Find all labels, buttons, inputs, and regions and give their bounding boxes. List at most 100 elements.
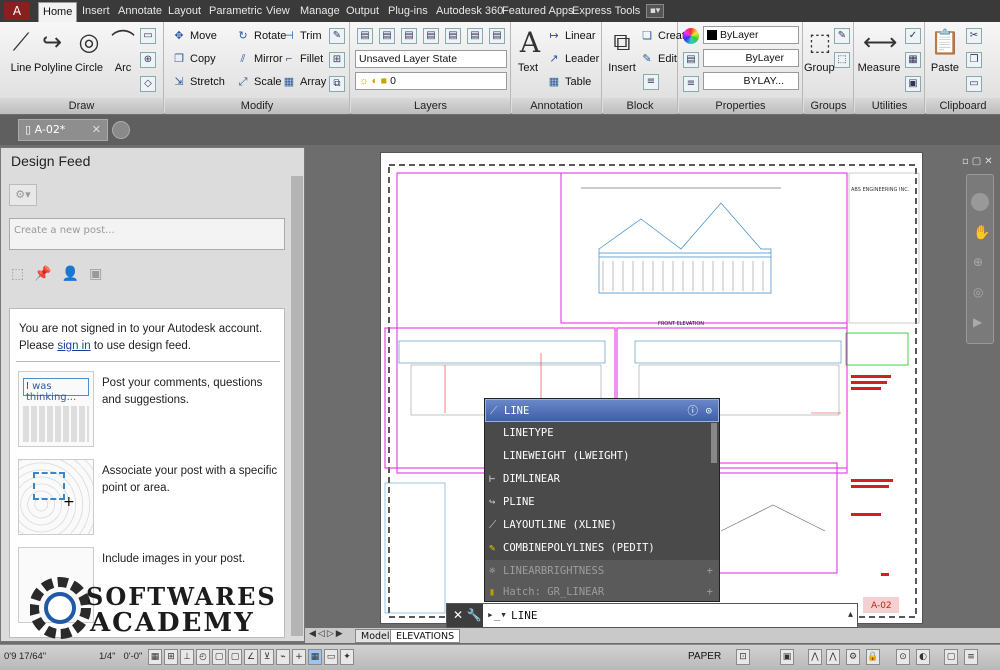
search-icon[interactable]: ⊙ [706,400,712,423]
lineweight-icon[interactable]: + [292,649,306,665]
array-button[interactable]: ▦ Array [281,72,326,92]
id-point-icon[interactable]: ▣ [905,76,921,92]
customization-icon[interactable]: ≡ [964,649,978,665]
table-button[interactable]: ▦ Table [546,72,592,92]
autocomplete-item[interactable]: LINETYPE [485,422,719,445]
expand-icon[interactable]: + [707,583,713,601]
pan-icon[interactable]: ✋ [973,225,990,241]
autocomplete-item[interactable]: ↪ PLINE [485,491,719,514]
utilities-panel-title[interactable]: Utilities [855,98,924,114]
rectangle-icon[interactable]: ▭ [140,28,156,44]
list-icon[interactable]: ≡ [683,76,699,92]
copy-button[interactable]: ❐ Copy [171,49,216,69]
linear-dimension-button[interactable]: ↦ Linear [546,26,595,46]
fillet-button[interactable]: ⌐ Fillet [281,49,323,69]
edit-block-button[interactable]: ✎ Edit [639,49,677,69]
layout-nav-arrows[interactable]: ◀◁▷▶ [309,629,345,639]
group-button[interactable]: ⬚ Group [804,26,835,88]
tab-featured-apps[interactable]: Featured Apps [498,2,578,22]
user-icon[interactable]: 👤 [62,266,89,282]
tab-layout[interactable]: Layout [164,2,205,22]
erase-icon[interactable]: ✎ [329,28,345,44]
block-panel-title[interactable]: Block [603,98,677,114]
close-icon[interactable]: ✕ [984,156,995,167]
steering-wheel-icon[interactable] [971,193,989,211]
trim-button[interactable]: ⊣ Trim [281,26,321,46]
tab-elevations[interactable]: ELEVATIONS [390,629,461,643]
ribbon-toggle-icon[interactable]: ▪▾ [646,4,664,18]
sc-icon[interactable]: ✦ [340,649,354,665]
explode-icon[interactable]: ⊞ [329,52,345,68]
restore-icon[interactable]: ▢ [972,156,984,167]
signin-link[interactable]: sign in [57,340,90,352]
ducs-icon[interactable]: ⊻ [260,649,274,665]
help-icon[interactable]: ⓘ [688,400,699,423]
clipboard-panel-title[interactable]: Clipboard [926,98,1000,114]
expand-icon[interactable]: + [707,560,713,583]
lock-icon[interactable]: 🔒 [866,649,880,665]
layer-icon[interactable]: ▤ [489,28,505,44]
attribute-icon[interactable]: ≡ [643,74,659,90]
orbit-icon[interactable]: ◎ [973,285,983,299]
ungroup-icon[interactable]: ✎ [834,28,850,44]
copy-clip-icon[interactable]: ❐ [966,52,982,68]
showmotion-icon[interactable]: ▶ [973,315,982,329]
layer-icon[interactable]: ▤ [379,28,395,44]
isolate-objects-icon[interactable]: ◐ [916,649,930,665]
rotate-button[interactable]: ↻ Rotate [235,26,286,46]
command-history-icon[interactable]: ▴ [848,609,853,620]
scale-button[interactable]: ⤢ Scale [235,72,282,92]
zoom-icon[interactable]: ⊕ [973,255,983,269]
tab-parametric[interactable]: Parametric [205,2,266,22]
modify-panel-title[interactable]: Modify [165,98,349,114]
command-line[interactable]: ✕ 🔧 ▸_▾ LINE ▴ [446,603,858,628]
draw-panel-title[interactable]: Draw [0,98,163,114]
group-edit-icon[interactable]: ⬚ [834,52,850,68]
circle-button[interactable]: ◎ Circle [70,26,108,88]
application-menu-button[interactable]: A [4,2,30,20]
maximize-viewport-icon[interactable]: ⊡ [736,649,750,665]
text-button[interactable]: A Text [514,26,542,88]
current-layer-dropdown[interactable]: ☼ ◐ ■ 0 [355,72,507,90]
workspace-gear-icon[interactable]: ⚙ [846,649,860,665]
groups-panel-title[interactable]: Groups [804,98,853,114]
measure-button[interactable]: ⟷ Measure [857,26,901,88]
autocomplete-item-line[interactable]: ⟋ LINE ⓘ ⊙ [485,399,719,422]
tab-output[interactable]: Output [342,2,383,22]
autocomplete-scrollbar[interactable] [711,423,717,463]
copy-base-icon[interactable]: ▭ [966,76,982,92]
quickview-layouts-icon[interactable]: ▣ [780,649,794,665]
close-tab-icon[interactable]: ✕ [92,120,101,140]
command-prompt-icon[interactable]: ▸_▾ [487,608,507,621]
clean-screen-icon[interactable]: ▢ [944,649,958,665]
layers-panel-title[interactable]: Layers [351,98,510,114]
layer-icon[interactable]: ▤ [445,28,461,44]
command-input[interactable]: LINE [511,609,538,622]
layer-properties-icon[interactable]: ▤ [357,28,373,44]
annotation-scale-icon[interactable]: ⋀ [808,649,822,665]
viewport-controls[interactable]: ▫▢✕ [962,156,996,170]
linetype-dropdown[interactable]: ByLayer [703,49,799,67]
hardware-acceleration-icon[interactable]: ⊙ [896,649,910,665]
tab-annotate[interactable]: Annotate [114,2,166,22]
tab-autodesk360[interactable]: Autodesk 360 [432,2,507,22]
layer-icon[interactable]: ▤ [467,28,483,44]
autocomplete-item[interactable]: LINEWEIGHT (LWEIGHT) [485,445,719,468]
properties-panel-title[interactable]: Properties [679,98,802,114]
paste-button[interactable]: 📋 Paste [928,26,962,88]
transparency-icon[interactable]: ▦ [308,649,322,665]
annotation-panel-title[interactable]: Annotation [512,98,601,114]
layer-icon[interactable]: ▤ [423,28,439,44]
feed-scrollbar[interactable] [291,176,303,636]
autocomplete-item[interactable]: ⟋ LAYOUTLINE (XLINE) [485,514,719,537]
pin-icon[interactable]: 📌 [34,266,61,282]
insert-block-button[interactable]: ⧉ Insert [605,26,639,88]
new-tab-icon[interactable] [112,121,130,139]
autocomplete-item[interactable]: ✎ COMBINEPOLYLINES (PEDIT) [485,537,719,560]
color-dropdown[interactable]: ByLayer [703,26,799,44]
offset-icon[interactable]: ⧉ [329,76,345,92]
tab-express-tools[interactable]: Express Tools [568,2,644,22]
lineweight-dropdown[interactable]: BYLAY... [703,72,799,90]
new-post-input[interactable]: Create a new post... [9,218,285,250]
region-icon[interactable]: ◇ [140,76,156,92]
